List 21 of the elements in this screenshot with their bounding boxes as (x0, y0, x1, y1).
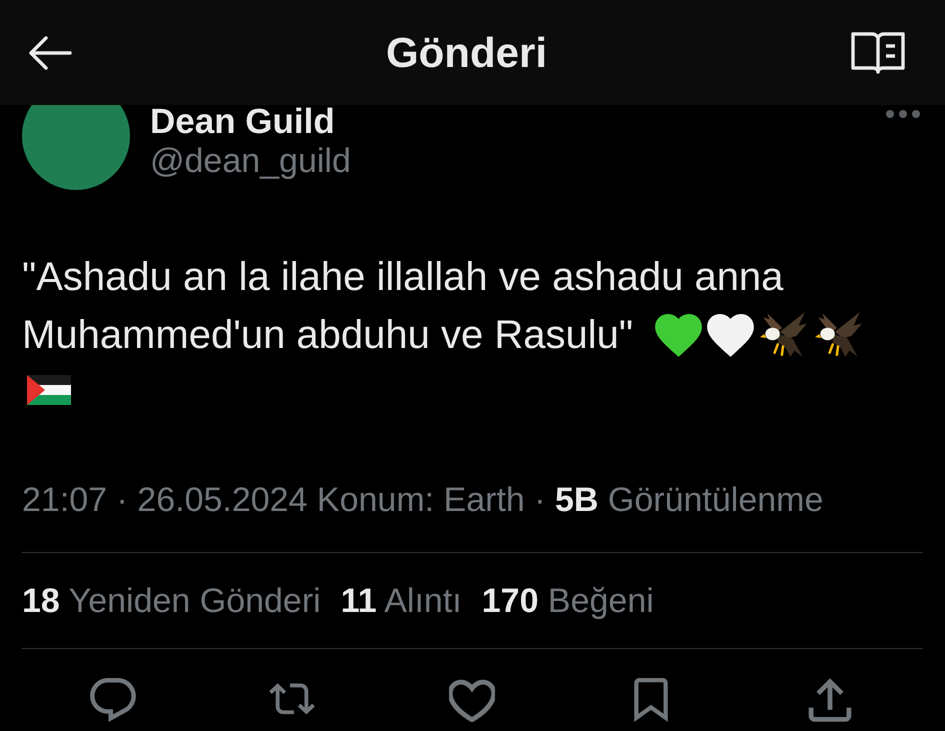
author-handle[interactable]: @dean_guild (150, 142, 351, 180)
more-icon[interactable] (885, 109, 921, 119)
speech-bubble-icon[interactable] (90, 678, 136, 722)
post-meta: 21:07 · 26.05.2024 Konum: Earth · 5B Görüntülenme (22, 480, 824, 520)
book-icon[interactable] (851, 32, 905, 74)
author-name[interactable]: Dean Guild (150, 105, 335, 139)
tweet-text: Muhammed'un abduhu ve Rasulu" (22, 312, 634, 359)
heart-icon[interactable] (448, 678, 494, 722)
eagle-icon (814, 311, 864, 359)
stat-link[interactable]: 11 Alıntı (340, 581, 462, 621)
tweet-text: "Ashadu an la ilahe illallah ve ashadu anna (22, 254, 784, 301)
flag-icon (27, 375, 71, 405)
page-title: Gönderi (386, 28, 547, 76)
stat-link[interactable]: 18 Yeniden Gönderi (22, 581, 321, 621)
heart-icon (655, 314, 702, 356)
share-icon[interactable] (807, 678, 853, 722)
eagle-icon (759, 311, 810, 359)
heart-icon (707, 314, 754, 356)
stat-link[interactable]: 170 Beğeni (482, 581, 654, 621)
back-arrow-icon[interactable] (28, 36, 72, 70)
avatar-photo-placeholder[interactable] (22, 105, 130, 191)
